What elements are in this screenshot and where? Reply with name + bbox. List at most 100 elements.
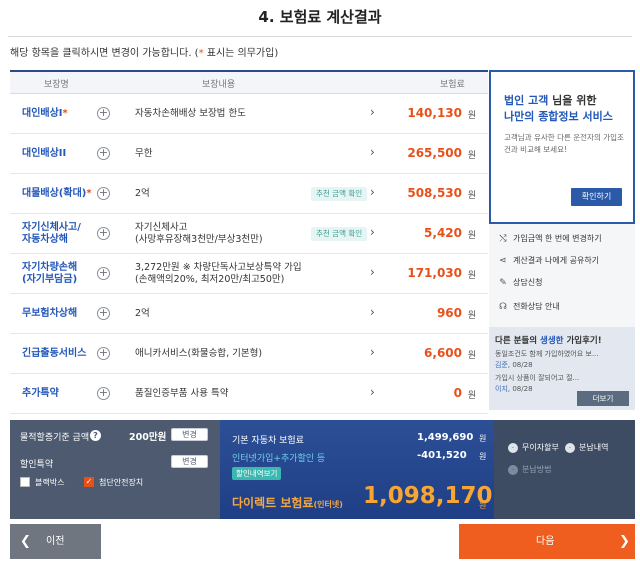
next-button[interactable]: 다음 ❯ (459, 524, 635, 559)
change-threshold-button[interactable]: 변경 (171, 428, 208, 441)
premium-summary: 기본 자동차 보험료 1,499,690 원 인터넷가입+추가할인 등 -401… (220, 420, 494, 519)
base-premium-label: 기본 자동차 보험료 (232, 436, 304, 446)
banner-corp-customer: 법인 고객 (504, 94, 549, 107)
won-unit: 원 (479, 452, 487, 461)
recommend-amount-tag[interactable]: 추천 금액 확인 (311, 187, 368, 201)
table-row[interactable]: 대인배상I * + 자동차손해배상 보장법 한도 › 140,130 원 (10, 94, 488, 134)
menu-label: 전화상담 안내 (513, 302, 560, 311)
coverage-name[interactable]: 추가특약 (22, 374, 59, 414)
chevron-right-icon[interactable]: › (370, 305, 375, 319)
coverage-content-line: 2억 (135, 308, 150, 319)
change-discount-button[interactable]: 변경 (171, 455, 208, 468)
chevron-right-icon[interactable]: › (370, 265, 375, 279)
header-coverage-content: 보장내용 (202, 80, 236, 90)
premium-amount: 140,130 (407, 106, 462, 120)
menu-change-amounts[interactable]: ⤭ 가입금액 한 번에 변경하기 (497, 233, 601, 244)
expand-plus-icon[interactable]: + (97, 147, 110, 160)
premium-amount: 265,500 (407, 146, 462, 160)
chevron-right-icon[interactable]: › (370, 145, 375, 159)
premium-amount: 960 (436, 306, 462, 320)
table-row[interactable]: 무보험차상해 +2억 › 960 원 (10, 294, 488, 334)
won-unit: 원 (479, 501, 487, 510)
expand-plus-icon[interactable]: + (97, 187, 110, 200)
help-icon[interactable]: ? (90, 430, 101, 441)
installment-detail-option[interactable]: · 분납내역 (565, 442, 608, 453)
discount-detail-button[interactable]: 할인내역보기 (232, 467, 282, 480)
coverage-content-line: 자동차손해배상 보장법 한도 (135, 108, 246, 119)
interest-free-option[interactable]: · 무이자할부 (508, 442, 559, 453)
summary-bar: 물적할증기준 금액 ? 200만원 변경 할인특약 변경 블랙박스 ✓ 첨단안전… (10, 420, 635, 519)
coverage-name[interactable]: 대인배상I * (22, 94, 68, 134)
coverage-content: 무한 (135, 134, 152, 174)
coverage-name[interactable]: 자기차량손해 (자기부담금) (22, 254, 77, 294)
table-row[interactable]: 대물배상(확대) * +2억 추천 금액 확인 › 508,530 원 (10, 174, 488, 214)
coverage-name[interactable]: 대물배상(확대) * (22, 174, 92, 214)
chevron-right-icon[interactable]: › (370, 225, 375, 239)
table-row[interactable]: 자기신체사고/ 자동차상해 + 자기신체사고 (사망후유장해3천만/부상3천만) 추천 … (10, 214, 488, 254)
blackbox-checkbox[interactable] (20, 477, 30, 487)
table-row[interactable]: 추가특약 + 품질인증부품 사용 특약 › 0 원 (10, 374, 488, 414)
coverage-name-text: 추가특약 (22, 388, 59, 399)
menu-consult-request[interactable]: ✎ 상담신청 (497, 277, 542, 288)
chevron-left-icon: ❮ (20, 534, 31, 549)
won-unit: 원 (467, 351, 476, 361)
expand-plus-icon[interactable]: + (97, 307, 110, 320)
discount-value: -401,520 (417, 450, 467, 461)
table-row[interactable]: 긴급출동서비스 + 애니카서비스(화물승합, 기본형) › 6,600 원 (10, 334, 488, 374)
coverage-content-line: 3,272만원 ※ 차량단독사고보상특약 가입 (135, 262, 302, 273)
review-text[interactable]: 동일조건도 함께 가입하였어요 보... (495, 349, 599, 359)
won-unit: 원 (467, 151, 476, 161)
coverage-content: 3,272만원 ※ 차량단독사고보상특약 가입 (손해액의20%, 최저20만/최… (135, 254, 302, 294)
prev-button[interactable]: ❮ 이전 (10, 524, 101, 559)
review-meta: 이지, 08/28 (495, 385, 533, 393)
coverage-name[interactable]: 무보험차상해 (22, 294, 77, 334)
menu-share-results[interactable]: ⋖ 계산결과 나에게 공유하기 (497, 255, 599, 266)
coverage-name-text: 대물배상(확대) (22, 188, 87, 199)
chevron-right-icon[interactable]: › (370, 385, 375, 399)
review-text[interactable]: 가입시 상품이 잘되어고 절... (495, 373, 579, 383)
coverage-content-line: 품질인증부품 사용 특약 (135, 388, 229, 399)
expand-plus-icon[interactable]: + (97, 387, 110, 400)
info-icon: · (508, 442, 518, 453)
reviews-title-suffix: 가입후기! (563, 336, 602, 346)
coverage-name[interactable]: 긴급출동서비스 (22, 334, 86, 374)
premium-amount: 5,420 (424, 226, 462, 240)
menu-phone-consult[interactable]: ☊ 전화상담 안내 (497, 301, 560, 312)
expand-plus-icon[interactable]: + (97, 267, 110, 280)
won-unit: 원 (467, 231, 476, 241)
review-meta: 김준, 08/28 (495, 361, 533, 369)
safety-device-checkbox[interactable]: ✓ (84, 477, 94, 487)
coverage-content: 자기신체사고 (사망후유장해3천만/부상3천만) (135, 214, 263, 254)
table-row[interactable]: 대인배상II + 무한 › 265,500 원 (10, 134, 488, 174)
option-label: 분납내역 (579, 443, 609, 452)
won-unit: 원 (479, 434, 487, 443)
coverage-name-text: 무보험차상해 (22, 308, 78, 319)
table-row[interactable]: 자기차량손해 (자기부담금) +3,272만원 ※ 차량단독사고보상특약 가입 (손… (10, 254, 488, 294)
reviews-title-prefix: 다른 분들의 (495, 336, 541, 346)
coverage-name-text: 자기차량손해 (자기부담금) (22, 262, 78, 285)
confirm-button[interactable]: 확인하기 (571, 188, 622, 206)
chevron-right-icon[interactable]: › (370, 185, 375, 199)
chevron-right-icon[interactable]: › (370, 345, 375, 359)
option-label: 무이자할부 (522, 443, 559, 452)
header-premium: 보험료 (440, 80, 465, 90)
info-icon: · (565, 442, 575, 453)
recommend-amount-tag[interactable]: 추천 금액 확인 (311, 227, 368, 241)
installment-method-option[interactable]: · 분납방법 (508, 464, 551, 475)
coverage-name[interactable]: 자기신체사고/ 자동차상해 (22, 214, 81, 254)
coverage-content-line: 자기신체사고 (135, 222, 188, 233)
coverage-content: 애니카서비스(화물승합, 기본형) (135, 334, 262, 374)
coverage-name[interactable]: 대인배상II (22, 134, 66, 174)
coverage-content: 품질인증부품 사용 특약 (135, 374, 228, 414)
expand-plus-icon[interactable]: + (97, 227, 110, 240)
premium-amount: 171,030 (407, 266, 462, 280)
more-reviews-button[interactable]: 더보기 (577, 391, 629, 406)
info-service-banner: 법인 고객 님을 위한 나만의 종합정보 서비스 고객님과 유사한 다른 운전자… (489, 70, 635, 224)
chevron-right-icon[interactable]: › (370, 105, 375, 119)
expand-plus-icon[interactable]: + (97, 347, 110, 360)
expand-plus-icon[interactable]: + (97, 107, 110, 120)
coverage-content-line: (손해액의20%, 최저20만/최고50만) (135, 274, 285, 285)
required-star: * (62, 108, 68, 119)
summary-options: 물적할증기준 금액 ? 200만원 변경 할인특약 변경 블랙박스 ✓ 첨단안전… (10, 420, 220, 519)
info-icon: · (508, 464, 518, 475)
